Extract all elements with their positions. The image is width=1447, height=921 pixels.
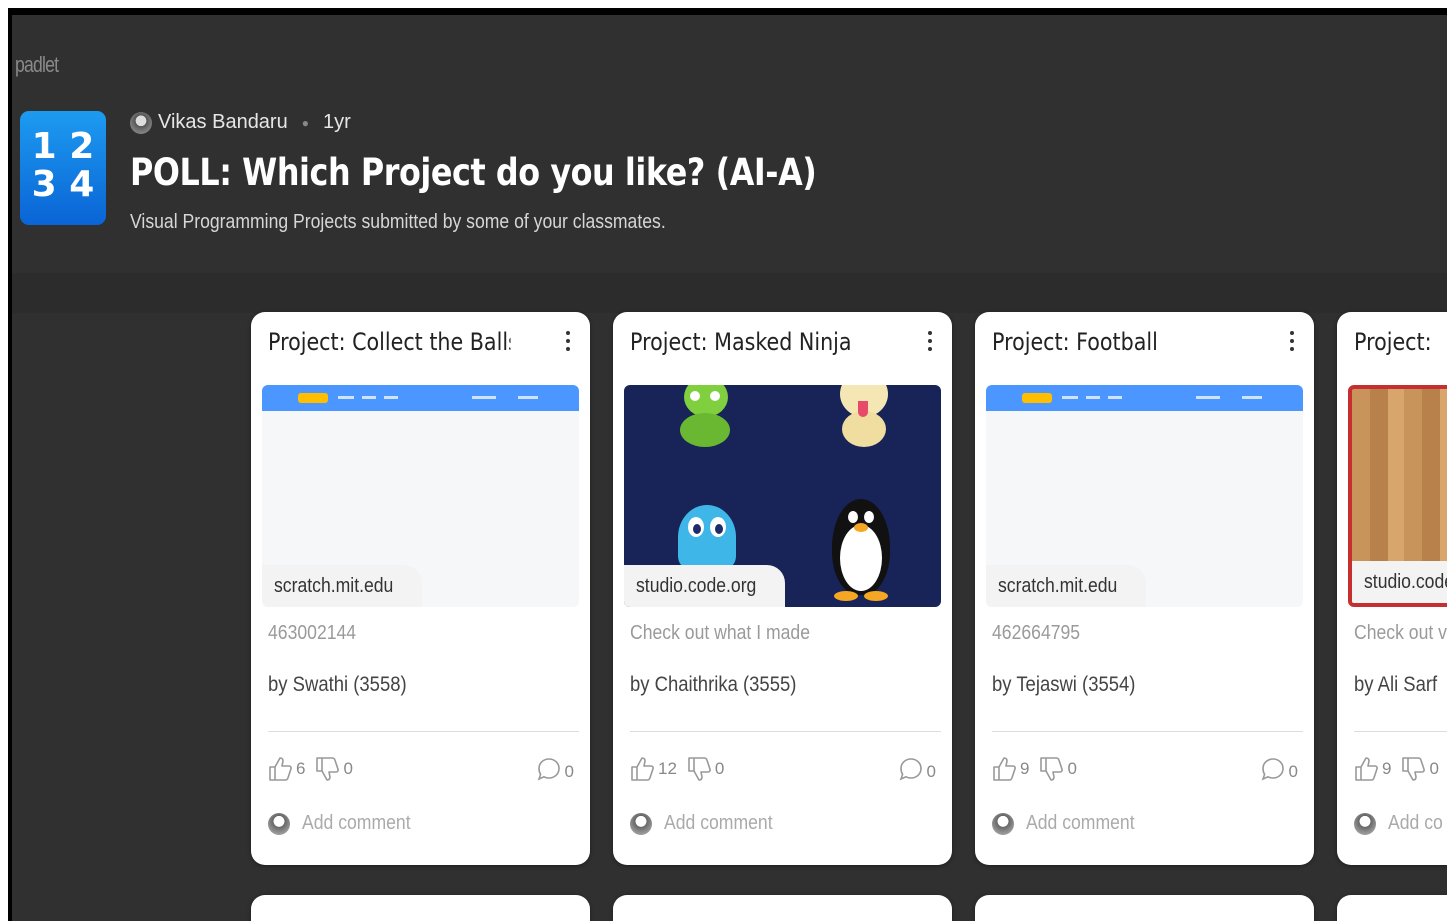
card-divider	[1354, 731, 1447, 732]
comment-count: 0	[1288, 761, 1298, 781]
post-card[interactable]	[975, 895, 1314, 921]
thumbs-down-icon[interactable]	[687, 756, 711, 782]
commenter-avatar	[630, 812, 652, 835]
comments[interactable]: 0	[537, 756, 574, 787]
scratch-navbar	[986, 385, 1303, 411]
post-description: Check out v	[1354, 622, 1447, 644]
link-preview[interactable]: studio.code.org	[624, 385, 941, 607]
board-meta: Vikas Bandaru ● 1yr	[130, 111, 351, 134]
commenter-avatar	[992, 812, 1014, 835]
reactions: 9 0	[992, 756, 1077, 782]
like-count: 9	[1020, 759, 1030, 778]
thumbs-up-icon[interactable]	[630, 756, 654, 782]
commenter-avatar	[1354, 812, 1376, 835]
card-divider	[630, 731, 941, 732]
thumbs-down-icon[interactable]	[1039, 756, 1064, 782]
post-age: 1yr	[322, 111, 351, 133]
card-divider	[268, 731, 579, 732]
post-description: 463002144	[268, 622, 357, 644]
post-menu-icon[interactable]	[558, 328, 578, 354]
comment-count: 0	[926, 761, 936, 781]
dinosaur-sprite	[676, 385, 734, 447]
padlet-board: padlet 1 2 3 4 Vikas Bandaru ● 1yr POLL:…	[8, 8, 1447, 921]
post-description: 462664795	[992, 622, 1081, 644]
card-divider	[992, 731, 1303, 732]
separator-dot-icon: ●	[301, 115, 309, 130]
comment-bubble-icon	[899, 756, 923, 787]
post-card[interactable]: Project: Masked Ninja studio.code.org Ch…	[613, 312, 952, 865]
post-title: Project:	[1354, 328, 1432, 356]
reactions: 6 0	[268, 756, 353, 782]
add-comment-field[interactable]: Add co	[1354, 812, 1447, 835]
add-comment-field[interactable]: Add comment	[992, 812, 1149, 835]
thumbs-up-icon[interactable]	[992, 756, 1016, 782]
dislike-count: 0	[714, 759, 725, 778]
dislike-count: 0	[1067, 759, 1077, 778]
dislike-count: 0	[1429, 759, 1439, 778]
comment-count: 0	[564, 761, 574, 781]
link-domain: scratch.mit.edu	[262, 565, 422, 607]
post-card[interactable]	[613, 895, 952, 921]
post-card[interactable]: Project: studio.code Check out v by Ali …	[1337, 312, 1447, 865]
blue-monster-sprite	[678, 505, 736, 569]
post-card[interactable]: Project: Football scratch.mit.edu 462664…	[975, 312, 1314, 865]
board-icon-line1: 1 2	[31, 126, 95, 167]
thumbs-up-icon[interactable]	[1354, 756, 1378, 782]
dog-sprite	[836, 385, 892, 447]
author-avatar[interactable]	[130, 111, 152, 134]
post-card[interactable]: Project: Collect the Balls scratch.mit.e…	[251, 312, 590, 865]
thumbs-down-icon[interactable]	[1401, 756, 1426, 782]
thumbs-up-icon[interactable]	[268, 756, 292, 782]
dislike-count: 0	[343, 759, 353, 778]
board-icon-line2: 3 4	[31, 164, 95, 205]
like-count: 9	[1382, 759, 1392, 778]
post-title: Project: Football	[992, 328, 1158, 356]
post-card[interactable]	[1337, 895, 1447, 921]
post-author: by Tejaswi (3554)	[992, 673, 1136, 696]
post-title: Project: Masked Ninja	[630, 328, 852, 356]
reactions: 12 0	[630, 756, 724, 782]
post-menu-icon[interactable]	[1282, 328, 1302, 354]
board-icon: 1 2 3 4	[20, 111, 106, 225]
like-count: 12	[658, 759, 677, 778]
comment-bubble-icon	[537, 756, 561, 787]
post-description: Check out what I made	[630, 622, 811, 644]
section-band	[12, 273, 1447, 313]
board-subtitle: Visual Programming Projects submitted by…	[130, 211, 666, 233]
comments[interactable]: 0	[1261, 756, 1298, 787]
post-author: by Ali Sarf	[1354, 673, 1438, 696]
add-comment-field[interactable]: Add comment	[630, 812, 787, 835]
link-preview[interactable]: scratch.mit.edu	[986, 385, 1303, 607]
commenter-avatar	[268, 812, 290, 835]
padlet-logo[interactable]: padlet	[15, 52, 59, 78]
thumbs-down-icon[interactable]	[315, 756, 340, 782]
post-author: by Chaithrika (3555)	[630, 673, 797, 696]
link-domain: studio.code.org	[624, 565, 785, 607]
post-menu-icon[interactable]	[920, 328, 940, 354]
like-count: 6	[296, 759, 306, 778]
penguin-sprite	[828, 499, 894, 603]
board-title: POLL: Which Project do you like? (AI-A)	[130, 151, 817, 194]
link-preview[interactable]: studio.code	[1348, 385, 1447, 607]
link-domain: studio.code	[1352, 561, 1447, 603]
scratch-navbar	[262, 385, 579, 411]
reactions: 9 0	[1354, 756, 1439, 782]
link-preview[interactable]: scratch.mit.edu	[262, 385, 579, 607]
add-comment-field[interactable]: Add comment	[268, 812, 425, 835]
post-title: Project: Collect the Balls	[268, 328, 511, 356]
link-domain: scratch.mit.edu	[986, 565, 1146, 607]
comments[interactable]: 0	[899, 756, 936, 787]
comment-bubble-icon	[1261, 756, 1285, 787]
post-author: by Swathi (3558)	[268, 673, 407, 696]
post-card[interactable]	[251, 895, 590, 921]
author-name[interactable]: Vikas Bandaru	[158, 111, 288, 134]
